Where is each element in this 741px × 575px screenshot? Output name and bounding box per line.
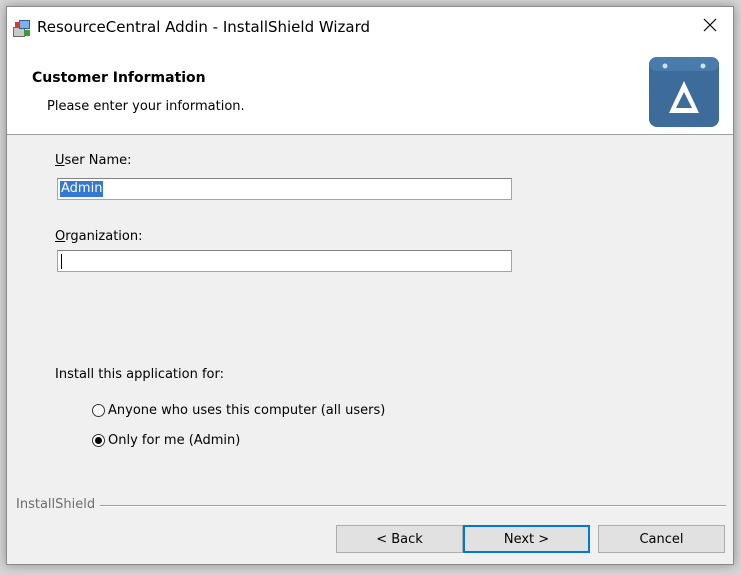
window-title: ResourceCentral Addin - InstallShield Wi… xyxy=(37,18,371,36)
user-name-value: Admin xyxy=(60,181,104,197)
organization-label: Organization: xyxy=(55,229,143,244)
radio-checked-icon xyxy=(92,434,105,447)
delta-logo-icon xyxy=(649,57,719,127)
cancel-button[interactable]: Cancel xyxy=(598,525,725,553)
close-icon xyxy=(703,18,717,36)
installshield-brand: InstallShield xyxy=(16,497,101,512)
radio-only-me[interactable]: Only for me (Admin) xyxy=(92,433,240,448)
installshield-divider: InstallShield xyxy=(16,497,726,512)
back-button[interactable]: < Back xyxy=(336,525,463,553)
radio-only-me-label: Only for me (Admin) xyxy=(108,433,241,448)
text-caret xyxy=(61,254,62,269)
page-subtitle: Please enter your information. xyxy=(47,99,245,114)
user-name-input[interactable]: Admin xyxy=(57,178,512,200)
close-button[interactable] xyxy=(687,7,733,47)
wizard-header: Customer Information Please enter your i… xyxy=(7,47,733,135)
user-name-label: User Name: xyxy=(55,153,132,168)
radio-all-users[interactable]: Anyone who uses this computer (all users… xyxy=(92,403,385,418)
install-for-label: Install this application for: xyxy=(55,367,224,382)
radio-all-users-label: Anyone who uses this computer (all users… xyxy=(108,403,386,418)
installer-window: ResourceCentral Addin - InstallShield Wi… xyxy=(6,6,734,565)
page-title: Customer Information xyxy=(32,70,206,86)
installer-app-icon xyxy=(12,18,32,38)
next-button[interactable]: Next > xyxy=(463,525,590,553)
radio-unchecked-icon xyxy=(92,404,105,417)
organization-input[interactable] xyxy=(57,250,512,272)
title-bar: ResourceCentral Addin - InstallShield Wi… xyxy=(7,7,733,47)
